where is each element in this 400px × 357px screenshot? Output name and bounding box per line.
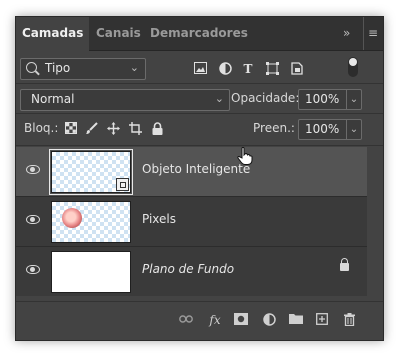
layer-thumbnail[interactable]	[51, 251, 131, 293]
layer-row-plano-de-fundo[interactable]: Plano de Fundo	[16, 247, 367, 296]
search-icon	[26, 62, 37, 73]
filter-toggle[interactable]	[348, 57, 358, 77]
fx-icon[interactable]: fx	[208, 313, 222, 327]
smart-object-filter-icon[interactable]	[290, 62, 304, 76]
eye-icon[interactable]	[26, 165, 40, 174]
divider	[16, 83, 383, 84]
panel-menu-icon[interactable]: ≡	[363, 17, 378, 50]
lock-position-icon[interactable]	[107, 122, 120, 135]
layers-scrollbar[interactable]	[367, 147, 383, 295]
blend-mode-select[interactable]: Normal ⌄	[20, 89, 230, 111]
panel-tab-bar: Camadas Canais Demarcadores » ≡	[16, 17, 383, 51]
lock-all-icon[interactable]	[151, 122, 164, 135]
tab-canais[interactable]: Canais	[90, 17, 147, 50]
layer-name[interactable]: Objeto Inteligente	[142, 162, 250, 176]
lock-image-pixels-icon[interactable]	[85, 122, 98, 135]
blend-mode-value: Normal	[31, 92, 75, 106]
layer-thumbnail[interactable]	[49, 149, 133, 195]
layers-list: Objeto Inteligente Pixels Plano de Fundo	[16, 147, 367, 296]
image-filter-icon[interactable]	[193, 62, 207, 76]
add-mask-icon[interactable]	[234, 313, 248, 327]
layers-panel: Camadas Canais Demarcadores » ≡ Tipo ⌄ T…	[15, 16, 384, 341]
opacity-label: Opacidade:	[231, 91, 300, 105]
layer-filter-value: Tipo	[45, 61, 71, 75]
chevron-down-icon[interactable]: ⌄	[346, 90, 361, 109]
eye-icon[interactable]	[26, 265, 40, 274]
lock-transparency-icon[interactable]	[64, 122, 77, 135]
chevron-down-icon: ⌄	[214, 92, 224, 105]
shape-filter-icon[interactable]	[265, 62, 279, 76]
adjustment-filter-icon[interactable]	[218, 62, 232, 76]
layer-row-objeto-inteligente[interactable]: Objeto Inteligente	[16, 147, 367, 197]
layer-name[interactable]: Pixels	[142, 212, 176, 226]
fill-field[interactable]: 100% ⌄	[298, 119, 362, 140]
adjustment-layer-icon[interactable]	[262, 313, 276, 327]
chevron-down-icon[interactable]: ⌄	[346, 120, 361, 139]
layer-row-pixels[interactable]: Pixels	[16, 197, 367, 247]
new-layer-icon[interactable]	[315, 313, 329, 327]
trash-icon[interactable]	[342, 313, 356, 327]
eye-icon[interactable]	[26, 215, 40, 224]
hand-cursor-icon	[237, 147, 253, 165]
lock-label: Bloq.:	[24, 121, 59, 135]
fill-value: 100%	[305, 122, 340, 136]
panel-footer: fx	[16, 302, 383, 340]
opacity-value: 100%	[305, 92, 340, 106]
folder-icon[interactable]	[289, 313, 303, 327]
lock-icon	[340, 258, 349, 271]
tab-demarcadores[interactable]: Demarcadores	[144, 17, 254, 50]
layer-name[interactable]: Plano de Fundo	[142, 262, 234, 276]
fill-label: Preen.:	[253, 121, 295, 135]
opacity-field[interactable]: 100% ⌄	[298, 89, 362, 110]
chevron-down-icon: ⌄	[129, 61, 139, 74]
divider	[16, 145, 383, 146]
pixel-content-image	[62, 208, 82, 228]
link-layers-icon[interactable]	[179, 313, 193, 327]
lock-artboard-icon[interactable]	[129, 122, 142, 135]
layer-thumbnail[interactable]	[51, 201, 131, 243]
layer-filter-select[interactable]: Tipo ⌄	[20, 58, 146, 80]
smart-object-badge-icon	[116, 178, 129, 191]
type-filter-icon[interactable]: T	[241, 62, 255, 76]
tab-camadas[interactable]: Camadas	[16, 17, 90, 51]
divider	[16, 113, 383, 114]
collapse-panels-icon[interactable]: »	[343, 17, 350, 50]
